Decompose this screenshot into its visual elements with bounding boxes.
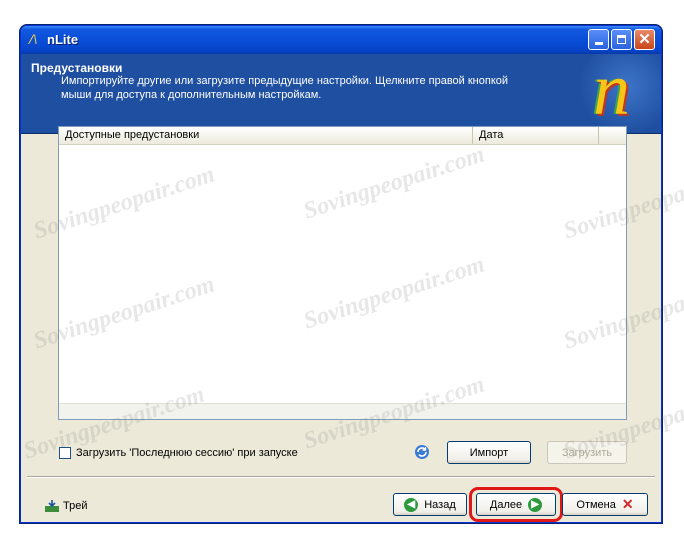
back-button[interactable]: ◀ Назад <box>393 493 467 516</box>
refresh-button[interactable] <box>414 444 430 460</box>
nlite-window: /\ nLite ✕ Предустановки Импортируйте др… <box>20 25 662 523</box>
import-button[interactable]: Импорт <box>447 441 531 464</box>
maximize-icon <box>617 35 626 44</box>
title-bar[interactable]: /\ nLite ✕ <box>21 26 661 54</box>
nlite-logo-icon: n <box>593 54 630 131</box>
header-banner: Предустановки Импортируйте другие или за… <box>21 54 661 134</box>
minimize-button[interactable] <box>588 29 609 50</box>
arrow-left-icon: ◀ <box>404 497 419 512</box>
column-header-date[interactable]: Дата <box>473 127 599 144</box>
refresh-icon <box>415 445 429 459</box>
next-button-label: Далее <box>489 498 523 511</box>
column-header-presets[interactable]: Доступные предустановки <box>59 127 473 144</box>
tray-label: Трей <box>63 500 88 512</box>
list-header: Доступные предустановки Дата <box>59 127 626 145</box>
footer-divider <box>27 476 655 478</box>
import-button-label: Импорт <box>469 446 509 459</box>
window-title: nLite <box>47 32 79 47</box>
load-button-label: Загрузить <box>561 446 613 459</box>
page-title: Предустановки <box>31 61 123 75</box>
tray-icon <box>45 500 59 512</box>
load-last-session-label: Загрузить 'Последнюю сессию' при запуске <box>76 447 298 459</box>
cancel-x-icon: ✕ <box>621 496 634 512</box>
close-window-button[interactable]: ✕ <box>634 29 655 50</box>
back-button-label: Назад <box>424 498 456 511</box>
minimize-icon <box>594 42 603 45</box>
nlite-logo: n <box>577 54 661 133</box>
load-button[interactable]: Загрузить <box>547 441 627 464</box>
list-footer-strip <box>59 403 626 419</box>
maximize-button[interactable] <box>611 29 632 50</box>
nlite-app-icon: /\ <box>29 32 38 48</box>
page-description: Импортируйте другие или загрузите предыд… <box>61 75 509 101</box>
cancel-button[interactable]: Отмена ✕ <box>562 493 648 516</box>
load-last-session-checkbox[interactable] <box>59 447 71 459</box>
arrow-right-icon: ▶ <box>528 497 543 512</box>
presets-list[interactable]: Доступные предустановки Дата <box>58 126 627 420</box>
next-button[interactable]: Далее ▶ <box>476 493 556 516</box>
cancel-button-label: Отмена <box>576 498 616 511</box>
tray-button[interactable]: Трей <box>44 499 87 513</box>
load-last-session-option[interactable]: Загрузить 'Последнюю сессию' при запуске <box>59 447 298 459</box>
close-icon: ✕ <box>638 31 651 48</box>
